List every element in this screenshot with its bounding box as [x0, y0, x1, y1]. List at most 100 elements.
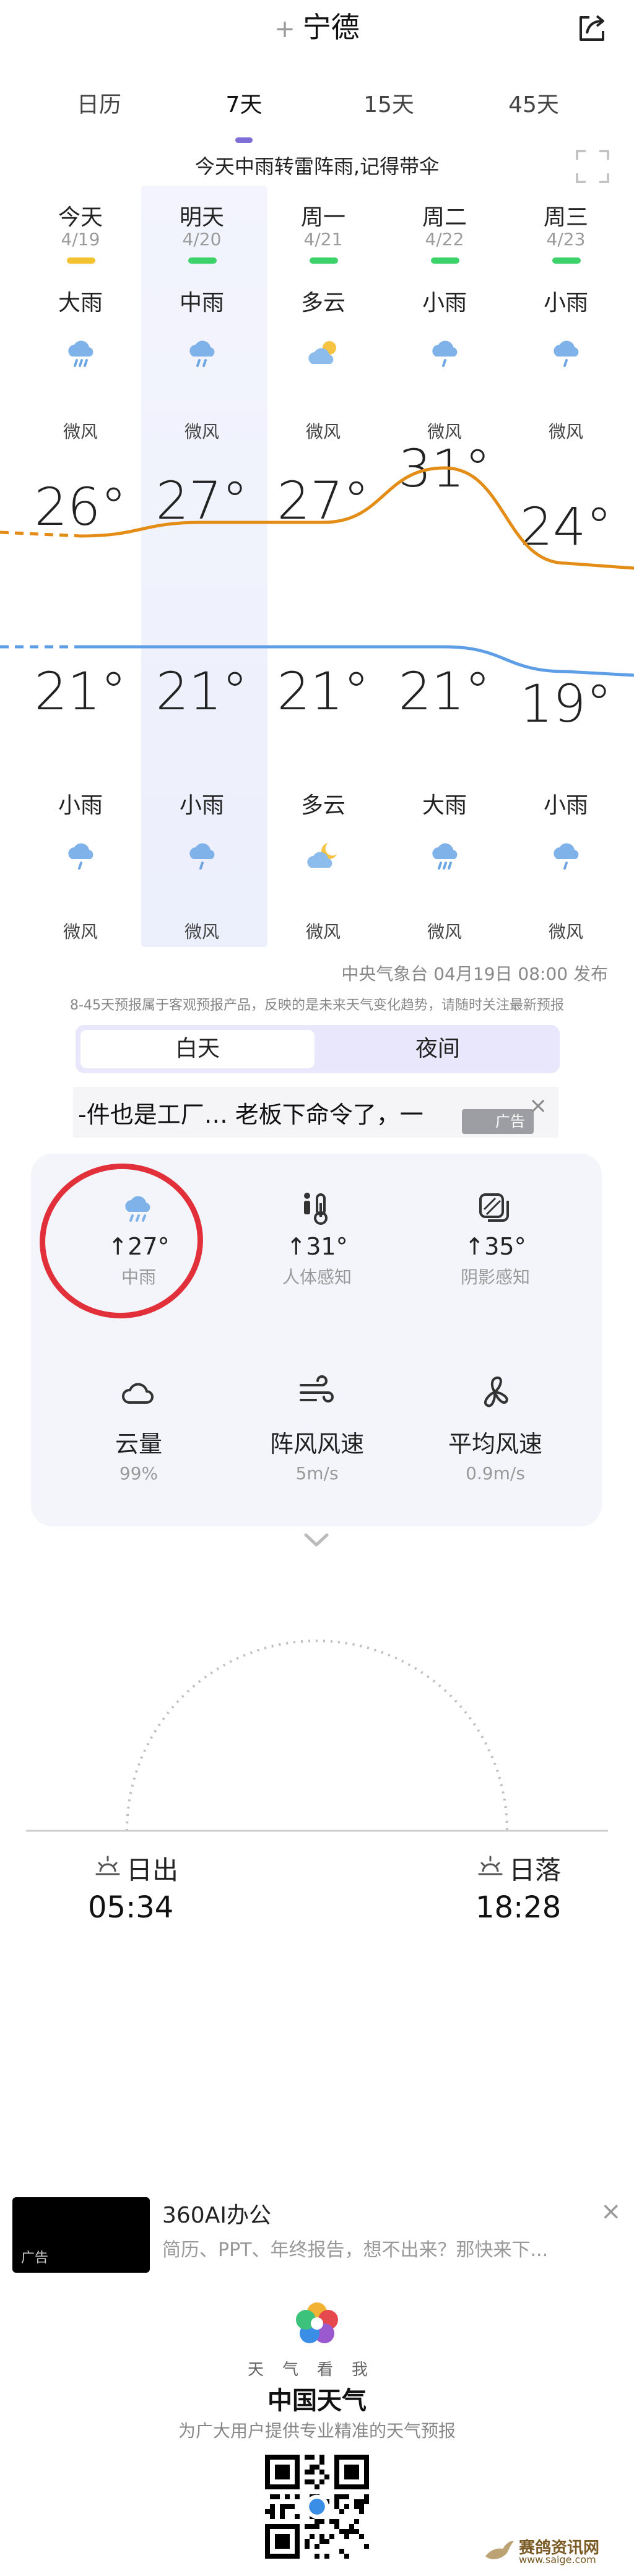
tab-7-days[interactable]: 7天	[194, 87, 293, 119]
night-condition: 多云	[300, 793, 345, 818]
fullscreen-icon[interactable]	[575, 149, 610, 184]
day-condition: 中雨	[179, 290, 224, 316]
gust-icon	[300, 1375, 334, 1403]
day-date: 4/22	[425, 229, 464, 249]
aqi-indicator	[310, 257, 338, 264]
night-wind: 微风	[305, 922, 341, 942]
forecast-disclaimer: 8-45天预报属于客观预报产品，反映的是未来天气变化趋势，请随时关注最新预报	[70, 998, 564, 1013]
detail-feels-like-value: ↑31°	[286, 1233, 348, 1260]
day-condition: 小雨	[422, 290, 467, 316]
detail-feels-like-label: 人体感知	[282, 1267, 352, 1287]
day-name: 周三	[543, 205, 588, 230]
detail-shade-label: 阴影感知	[460, 1267, 530, 1287]
aqi-indicator	[552, 257, 581, 264]
partly-cloudy-icon	[308, 341, 336, 364]
day-condition: 大雨	[58, 290, 103, 316]
pigeon-icon	[485, 2541, 514, 2559]
cloudy-night-icon	[307, 843, 337, 868]
night-condition: 小雨	[58, 793, 103, 818]
forecast-source: 中央气象台 04月19日 08:00 发布	[341, 964, 608, 984]
aqi-indicator	[67, 257, 95, 264]
night-wind: 微风	[63, 922, 98, 942]
sunset-label: 日落	[509, 1855, 562, 1885]
qr-code	[265, 2455, 369, 2559]
forecast-tabs: 日历 7天 15天 45天	[0, 80, 634, 130]
temperature-curves	[0, 466, 634, 677]
ad-badge: 广告	[21, 2250, 49, 2266]
day-condition: 小雨	[543, 290, 588, 316]
heavy-rain-icon	[68, 340, 93, 367]
day-night-toggle: 白天 夜间	[76, 1025, 560, 1073]
app-ad[interactable]: 广告 360AI办公 简历、PPT、年终报告，想不出来？那快来下... ×	[12, 2197, 622, 2278]
cloud-icon	[122, 1383, 154, 1404]
ad-close-icon[interactable]: ×	[601, 2197, 622, 2226]
shade-icon	[479, 1193, 509, 1222]
low-temp-curve	[80, 645, 634, 677]
brand-tagline: 天气看我	[247, 2361, 386, 2379]
aqi-indicator	[431, 257, 459, 264]
tab-calendar[interactable]: 日历	[50, 87, 149, 119]
day-condition: 多云	[300, 290, 345, 316]
ad-close-icon[interactable]: ×	[529, 1093, 547, 1118]
day-date: 4/20	[182, 229, 222, 249]
chevron-down-icon[interactable]	[302, 1528, 331, 1552]
day-tab[interactable]: 白天	[80, 1030, 315, 1068]
detail-gust-value: 5m/s	[295, 1463, 339, 1484]
day-name: 周二	[422, 205, 467, 230]
night-tab[interactable]: 夜间	[321, 1030, 555, 1068]
light-rain-icon	[432, 340, 458, 367]
light-rain-icon	[189, 843, 215, 870]
share-icon[interactable]	[576, 12, 608, 45]
night-wind: 微风	[184, 922, 219, 942]
brand-slogan: 为广大用户提供专业精准的天气预报	[178, 2421, 456, 2441]
high-temp-curve	[80, 466, 634, 570]
night-wind: 微风	[548, 922, 583, 942]
add-city-icon[interactable]: +	[274, 15, 295, 43]
night-wind: 微风	[427, 922, 462, 942]
ad-image[interactable]: 广告	[12, 2197, 150, 2273]
light-rain-icon	[68, 843, 93, 870]
thermometer-icon	[304, 1193, 328, 1225]
day-name: 周一	[300, 205, 345, 230]
detail-avg-wind-title: 平均风速	[448, 1430, 542, 1458]
moderate-rain-icon	[189, 340, 215, 367]
day-date: 4/23	[546, 229, 586, 249]
detail-cloud-cover-title: 云量	[115, 1430, 162, 1458]
watermark-url: www.saige.com	[519, 2554, 596, 2565]
city-name: 宁德	[302, 11, 360, 44]
day-name: 今天	[58, 205, 103, 230]
sun-arc	[26, 1640, 608, 1832]
brand-name: 中国天气	[267, 2387, 367, 2415]
detail-gust-title: 阵风风速	[269, 1430, 364, 1458]
tab-15-days[interactable]: 15天	[339, 87, 438, 119]
top-bar: + 宁德	[0, 0, 634, 68]
high-temp-curve-past	[0, 530, 81, 538]
detail-shade-value: ↑35°	[464, 1233, 526, 1260]
aqi-indicator	[188, 257, 217, 264]
banner-ad[interactable]: -件也是工厂… 老板下命令了，一 广告	[73, 1087, 558, 1138]
light-rain-icon	[554, 340, 579, 367]
ad-description[interactable]: 简历、PPT、年终报告，想不出来？那快来下...	[162, 2234, 596, 2262]
sunset-time: 18:28	[476, 1890, 562, 1925]
ad-title[interactable]: 360AI办公	[162, 2197, 271, 2229]
day-date: 4/19	[61, 229, 100, 249]
day-date: 4/21	[303, 229, 343, 249]
heavy-rain-icon	[432, 843, 458, 870]
china-weather-logo	[296, 2302, 338, 2343]
sunrise-time: 05:34	[88, 1890, 174, 1925]
weather-summary: 今天中雨转雷阵雨,记得带伞	[194, 155, 440, 178]
ad-text[interactable]: -件也是工厂… 老板下命令了，一	[78, 1096, 423, 1130]
active-tab-indicator	[235, 137, 253, 143]
ad-badge: 广告	[462, 1109, 534, 1134]
night-condition: 小雨	[543, 793, 588, 818]
night-condition: 小雨	[179, 793, 224, 818]
day-name: 明天	[179, 205, 224, 230]
sunrise-label: 日出	[126, 1855, 179, 1885]
city-selector[interactable]: + 宁德	[0, 5, 634, 46]
light-rain-icon	[554, 843, 579, 870]
sunset-icon	[478, 1856, 503, 1875]
tab-45-days[interactable]: 45天	[484, 87, 583, 119]
fan-icon	[484, 1377, 508, 1407]
detail-avg-wind-value: 0.9m/s	[466, 1463, 525, 1484]
sun-section: 日出 05:34 日落 18:28	[0, 1584, 634, 1931]
